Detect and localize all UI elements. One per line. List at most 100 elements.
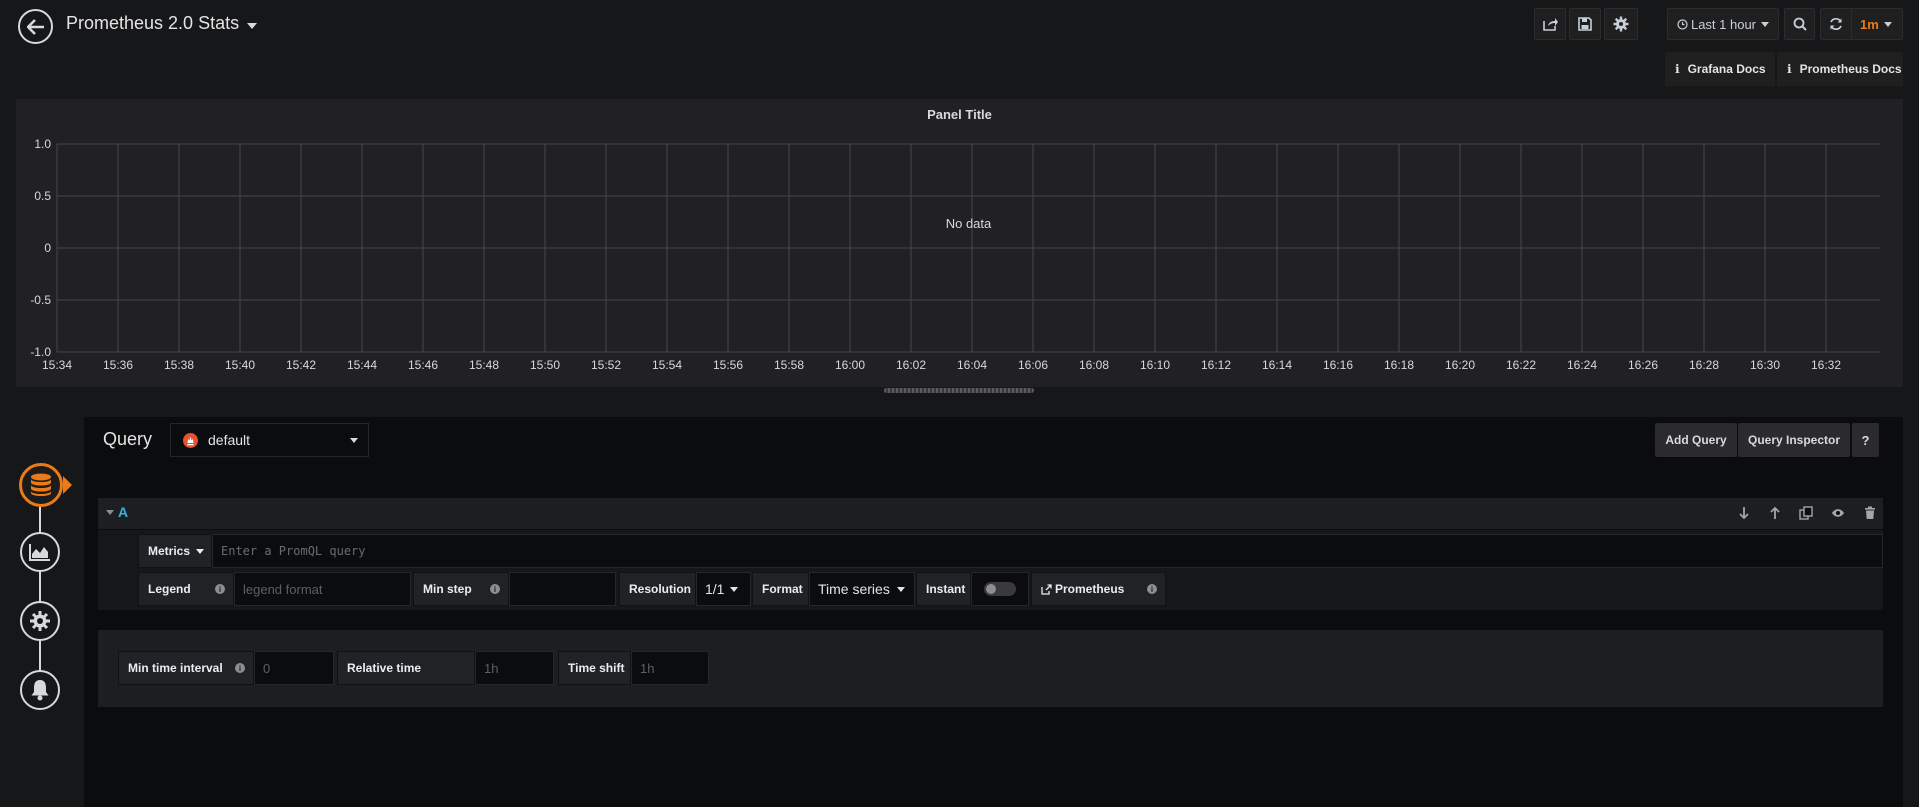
y-tick-label: -0.5: [30, 293, 51, 307]
x-tick-label: 15:50: [530, 358, 560, 372]
datasource-picker[interactable]: default: [170, 423, 369, 457]
metrics-button[interactable]: Metrics: [138, 534, 212, 568]
query-letter: A: [118, 504, 129, 520]
relative-time-label: Relative time: [347, 661, 422, 675]
nav-alert[interactable]: [20, 670, 60, 710]
chart-area-icon: [29, 544, 50, 561]
min-interval-input[interactable]: 0: [254, 651, 334, 685]
info-icon: ℹ: [1675, 62, 1680, 76]
promql-query-input[interactable]: Enter a PromQL query: [212, 534, 1883, 568]
legend-label: Legend: [148, 582, 191, 596]
caret-down-icon: [896, 586, 905, 592]
caret-down-icon: [1761, 21, 1770, 27]
resolution-select[interactable]: 1/1: [696, 572, 751, 606]
arrow-up-icon[interactable]: [1768, 506, 1782, 520]
x-tick-label: 16:26: [1628, 358, 1658, 372]
prometheus-link-label: Prometheus: [1055, 582, 1125, 596]
arrow-down-icon[interactable]: [1737, 506, 1751, 520]
add-query-button[interactable]: Add Query: [1655, 423, 1737, 457]
x-tick-label: 16:02: [896, 358, 926, 372]
instant-label-box: Instant: [916, 572, 971, 606]
query-row-toggle[interactable]: A: [106, 504, 128, 520]
x-tick-label: 16:20: [1445, 358, 1475, 372]
legend-label-box: Legend i: [138, 572, 234, 606]
database-icon: [31, 473, 51, 496]
query-row-header: [98, 498, 1883, 529]
query-editor: [84, 417, 1903, 807]
info-icon[interactable]: i: [215, 584, 225, 594]
nav-visualization[interactable]: [20, 532, 60, 572]
instant-label: Instant: [926, 582, 966, 596]
info-icon[interactable]: i: [490, 584, 500, 594]
prometheus-docs-link[interactable]: ℹ Prometheus Docs: [1777, 52, 1903, 86]
format-label-box: Format: [752, 572, 809, 606]
min-step-input[interactable]: [509, 572, 616, 606]
info-icon[interactable]: i: [235, 663, 245, 673]
time-shift-label-box: Time shift: [558, 651, 631, 685]
trash-icon[interactable]: [1863, 506, 1877, 520]
prometheus-link[interactable]: Prometheus i: [1031, 572, 1166, 606]
x-tick-label: 16:18: [1384, 358, 1414, 372]
instant-toggle[interactable]: [971, 572, 1029, 606]
dashboard-title-text: Prometheus 2.0 Stats: [66, 13, 240, 33]
grafana-docs-label: Grafana Docs: [1687, 62, 1766, 76]
y-tick-label: 0.5: [34, 189, 51, 203]
resolution-label-box: Resolution: [619, 572, 696, 606]
gear-icon: [1613, 16, 1629, 32]
back-button[interactable]: [18, 9, 53, 44]
relative-time-input[interactable]: 1h: [475, 651, 554, 685]
nav-general[interactable]: [20, 601, 60, 641]
share-button[interactable]: [1534, 8, 1566, 40]
x-tick-label: 16:16: [1323, 358, 1353, 372]
query-inspector-button[interactable]: Query Inspector: [1738, 423, 1850, 457]
dashboard-title[interactable]: Prometheus 2.0 Stats: [66, 13, 258, 34]
no-data-label: No data: [946, 216, 992, 231]
zoom-out-button[interactable]: [1784, 8, 1815, 40]
grafana-docs-link[interactable]: ℹ Grafana Docs: [1665, 52, 1775, 86]
x-tick-label: 15:52: [591, 358, 621, 372]
x-tick-label: 15:42: [286, 358, 316, 372]
prometheus-docs-label: Prometheus Docs: [1799, 62, 1902, 76]
metrics-label: Metrics: [148, 544, 191, 558]
x-tick-label: 16:04: [957, 358, 987, 372]
settings-button[interactable]: [1604, 8, 1638, 40]
back-arrow-icon: [26, 18, 44, 35]
prometheus-icon: [183, 432, 198, 448]
x-tick-label: 15:48: [469, 358, 499, 372]
panel-resize-handle[interactable]: [884, 388, 1034, 393]
time-range-label: Last 1 hour: [1690, 16, 1757, 32]
caret-down-icon: [106, 509, 114, 515]
query-heading: Query: [103, 429, 153, 449]
save-button[interactable]: [1569, 8, 1601, 40]
format-label: Format: [762, 582, 803, 596]
share-icon: [1542, 18, 1558, 31]
info-icon[interactable]: i: [1147, 584, 1157, 594]
legend-format-input[interactable]: legend format: [234, 572, 411, 606]
x-tick-label: 15:44: [347, 358, 377, 372]
x-tick-label: 16:22: [1506, 358, 1536, 372]
min-interval-label: Min time interval: [128, 661, 223, 675]
graph-chart: 1.0 0.5 0 -0.5 -1.015:34 15:36 15:38 15:40 15:42…: [30, 137, 1880, 372]
x-tick-label: 16:24: [1567, 358, 1597, 372]
time-shift-input[interactable]: 1h: [631, 651, 709, 685]
time-picker-button[interactable]: Last 1 hour: [1667, 8, 1779, 40]
graph-panel: Panel Title 1.0 0.5 0 -0.5 -1.0 15:34 15:36 15:…: [16, 99, 1903, 387]
bell-icon: [31, 680, 49, 701]
help-button[interactable]: ?: [1852, 423, 1879, 457]
refresh-button[interactable]: 1m: [1820, 8, 1903, 40]
nav-queries[interactable]: [19, 463, 63, 507]
cog-icon: [30, 611, 50, 631]
x-tick-label: 15:34: [42, 358, 72, 372]
caret-down-icon: [730, 586, 739, 592]
external-link-icon: [1041, 583, 1052, 595]
time-shift-label: Time shift: [568, 661, 625, 675]
y-tick-label: 1.0: [34, 137, 51, 151]
caret-down-icon: [247, 22, 258, 29]
x-tick-label: 16:14: [1262, 358, 1292, 372]
format-value: Time series: [818, 581, 890, 597]
eye-icon[interactable]: [1831, 506, 1845, 520]
copy-icon[interactable]: [1799, 506, 1813, 520]
format-select[interactable]: Time series: [809, 572, 915, 606]
min-step-label: Min step: [423, 582, 472, 596]
x-tick-label: 16:12: [1201, 358, 1231, 372]
